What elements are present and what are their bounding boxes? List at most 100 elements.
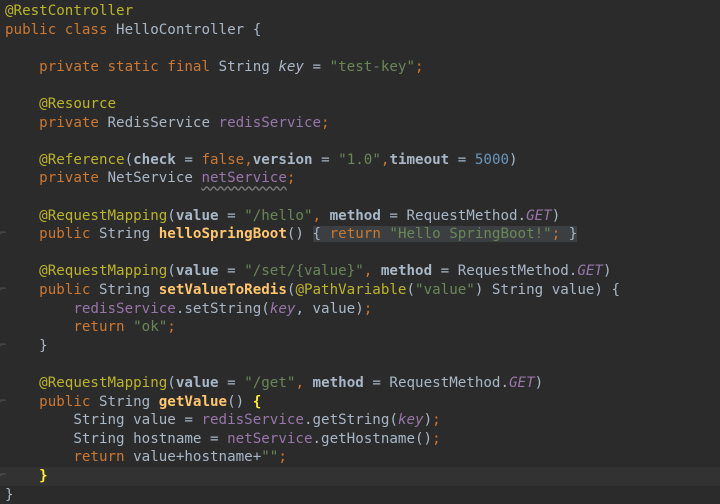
code-token: ( (124, 151, 134, 168)
code-token: @Reference (5, 151, 125, 168)
code-token: private (5, 58, 108, 75)
code-token: GET (509, 375, 535, 391)
code-token: ; (321, 114, 330, 131)
code-token: = (449, 151, 475, 168)
code-line[interactable] (0, 188, 720, 207)
code-line[interactable]: @RequestMapping(value = "/get", method =… (0, 374, 720, 393)
code-token: "1.0" (338, 151, 381, 168)
code-token: , (312, 207, 330, 224)
code-token: = RequestMethod. (432, 263, 578, 280)
code-token: ; (167, 319, 176, 336)
code-token: } (5, 486, 14, 503)
code-token: getValue (158, 393, 228, 410)
code-token: ; (415, 58, 424, 75)
code-token: ( (406, 282, 416, 298)
code-token: , (295, 375, 313, 391)
code-line[interactable]: return "ok"; (0, 318, 720, 337)
code-line[interactable]: } (0, 486, 720, 504)
code-token: value+hostname+ (133, 449, 262, 466)
code-line[interactable]: return value+hostname+""; (0, 448, 720, 467)
code-token: setValueToRedis (158, 282, 287, 298)
code-line[interactable] (0, 132, 720, 151)
code-token: NetService (107, 170, 202, 187)
code-token: = (303, 58, 330, 75)
code-line[interactable]: private static final String key = "test-… (0, 58, 720, 77)
code-token: return (5, 319, 134, 336)
code-token: GET (577, 263, 603, 280)
code-token: String value = (5, 412, 202, 429)
code-token: return (329, 226, 390, 243)
fold-marker-icon[interactable]: ⌐ (0, 281, 6, 300)
code-token: @RestController (5, 3, 134, 19)
code-token: = (218, 263, 245, 280)
code-token: String (98, 226, 159, 243)
code-line[interactable]: redisService.setString(key, value); (0, 300, 720, 319)
code-line[interactable] (0, 39, 720, 58)
code-token: 5000 (474, 151, 510, 168)
code-token: ( (167, 207, 176, 224)
code-token: public (5, 282, 99, 298)
code-line[interactable]: @RequestMapping(value = "/set/{value}", … (0, 262, 720, 281)
code-token: public (5, 226, 99, 243)
code-token: method (380, 263, 433, 280)
code-token: "" (261, 449, 279, 466)
code-token: class (64, 21, 117, 38)
code-token: "/get" (244, 375, 296, 391)
code-token: String hostname = (5, 430, 228, 447)
code-token: "test-key" (329, 58, 416, 75)
code-line[interactable]: public class HelloController { (0, 21, 720, 40)
code-line[interactable] (0, 244, 720, 263)
code-token: = RequestMethod. (380, 207, 527, 224)
fold-marker-icon[interactable]: ⌐ (0, 393, 6, 412)
code-token: value (175, 375, 219, 391)
code-token: () (286, 226, 313, 243)
code-line[interactable]: @Reference(check = false,version = "1.0"… (0, 151, 720, 170)
code-token: key (269, 300, 296, 317)
code-token: redisService (5, 300, 176, 317)
code-line[interactable]: public String setValueToRedis (@PathVaria… (0, 281, 720, 300)
code-line[interactable]: } (0, 467, 720, 486)
code-token: redisService (201, 412, 304, 429)
code-line[interactable]: String value = redisService.getString(ke… (0, 411, 720, 430)
code-token: = RequestMethod. (363, 375, 509, 391)
fold-marker-icon[interactable]: ⌐ (0, 337, 6, 356)
code-token: "/set/{value}" (244, 263, 364, 280)
fold-marker-icon[interactable]: ⌐ (0, 225, 6, 244)
code-line[interactable]: @RequestMapping(value = "/hello", method… (0, 207, 720, 226)
code-editor[interactable]: @RestController public class HelloControl… (0, 0, 720, 504)
code-line[interactable]: String hostname = netService.getHostname… (0, 430, 720, 449)
code-token: check (133, 151, 176, 168)
code-token: "ok" (133, 319, 168, 336)
code-token: @PathVariable (295, 282, 407, 298)
code-token: @Resource (5, 96, 117, 112)
code-token: String (98, 282, 159, 298)
code-token: GET (526, 207, 552, 224)
code-token: , (363, 263, 381, 280)
fold-marker-icon[interactable]: ⌐ (0, 467, 6, 486)
code-line[interactable]: @RestController (0, 2, 720, 21)
code-token: version (252, 151, 313, 168)
code-line[interactable]: public String helloSpringBoot() { return… (0, 225, 720, 244)
code-token: = (175, 151, 202, 168)
code-token: = (218, 207, 245, 224)
code-line[interactable] (0, 76, 720, 95)
code-token: ) (551, 207, 561, 224)
code-token: helloSpringBoot (158, 226, 287, 243)
code-token: ) (423, 412, 433, 429)
code-line[interactable]: private RedisService redisService; (0, 114, 720, 133)
code-line[interactable]: private NetService netService; (0, 169, 720, 188)
code-token: final (167, 58, 219, 75)
code-token: ; (363, 300, 373, 317)
code-token: netService (201, 170, 287, 187)
code-token: netService (227, 430, 313, 447)
code-token: public (5, 21, 65, 38)
code-token: value (175, 207, 219, 224)
code-token: .getHostname() (312, 430, 433, 447)
code-token: key (278, 58, 304, 75)
code-token: @RequestMapping (5, 207, 168, 224)
code-token: static (107, 58, 168, 75)
code-line[interactable]: @Resource (0, 95, 720, 114)
code-line[interactable]: public String getValue() { (0, 393, 720, 412)
code-line[interactable]: } (0, 337, 720, 356)
code-line[interactable] (0, 355, 720, 374)
